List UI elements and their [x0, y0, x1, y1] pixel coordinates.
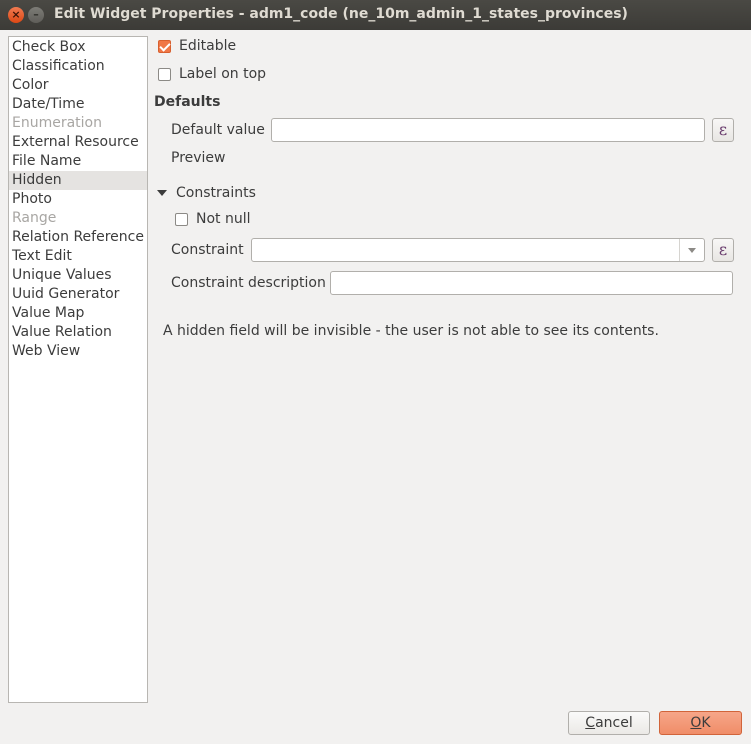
title-bar: × – Edit Widget Properties - adm1_code (… [0, 0, 751, 30]
list-item-uuid-generator[interactable]: Uuid Generator [9, 285, 147, 304]
list-item-value-map[interactable]: Value Map [9, 304, 147, 323]
list-item-classification[interactable]: Classification [9, 57, 147, 76]
constraint-label: Constraint [171, 242, 244, 258]
editable-label[interactable]: Editable [179, 38, 236, 54]
list-item-file-name[interactable]: File Name [9, 152, 147, 171]
defaults-heading: Defaults [154, 94, 221, 110]
editable-checkbox[interactable] [158, 40, 171, 53]
list-item-external-resource[interactable]: External Resource [9, 133, 147, 152]
label-on-top-checkbox[interactable] [158, 68, 171, 81]
window-title: Edit Widget Properties - adm1_code (ne_1… [54, 6, 628, 22]
constraint-description-label: Constraint description [171, 275, 326, 291]
list-item-range: Range [12, 210, 57, 226]
list-item-web-view[interactable]: Web View [9, 342, 147, 361]
constraints-expand-icon[interactable] [157, 190, 167, 196]
list-item-hidden[interactable]: Hidden [9, 171, 147, 190]
constraint-combo[interactable] [251, 238, 705, 262]
cancel-label-rest: ancel [595, 715, 633, 731]
list-item-relation-reference[interactable]: Relation Reference [9, 228, 147, 247]
preview-label: Preview [171, 150, 226, 166]
list-item-date-time[interactable]: Date/Time [9, 95, 147, 114]
ok-mnemonic: O [690, 715, 702, 731]
minimize-window-button[interactable]: – [28, 7, 44, 23]
widget-type-list[interactable]: Check Box Classification Color Date/Time… [8, 36, 148, 703]
ok-label-rest: K [701, 715, 711, 731]
default-value-label: Default value [171, 122, 265, 138]
list-item-photo[interactable]: Photo [9, 190, 147, 209]
cancel-mnemonic: C [585, 715, 596, 731]
constraint-expression-button[interactable]: ε [712, 238, 734, 262]
ok-button[interactable]: OK [659, 711, 742, 735]
list-item-enumeration: Enumeration [12, 115, 102, 131]
hidden-field-info-text: A hidden field will be invisible - the u… [163, 323, 659, 339]
label-on-top-label[interactable]: Label on top [179, 66, 266, 82]
list-item-text-edit[interactable]: Text Edit [9, 247, 147, 266]
default-value-expression-button[interactable]: ε [712, 118, 734, 142]
not-null-checkbox[interactable] [175, 213, 188, 226]
not-null-label[interactable]: Not null [196, 211, 251, 227]
list-item-color[interactable]: Color [9, 76, 147, 95]
chevron-down-icon[interactable] [679, 239, 704, 261]
close-window-button[interactable]: × [8, 7, 24, 23]
constraints-heading[interactable]: Constraints [176, 185, 256, 201]
cancel-button[interactable]: Cancel [568, 711, 650, 735]
list-item-check-box[interactable]: Check Box [9, 38, 147, 57]
list-item-value-relation[interactable]: Value Relation [9, 323, 147, 342]
list-item-unique-values[interactable]: Unique Values [9, 266, 147, 285]
constraint-description-input[interactable] [330, 271, 733, 295]
default-value-input[interactable] [271, 118, 705, 142]
